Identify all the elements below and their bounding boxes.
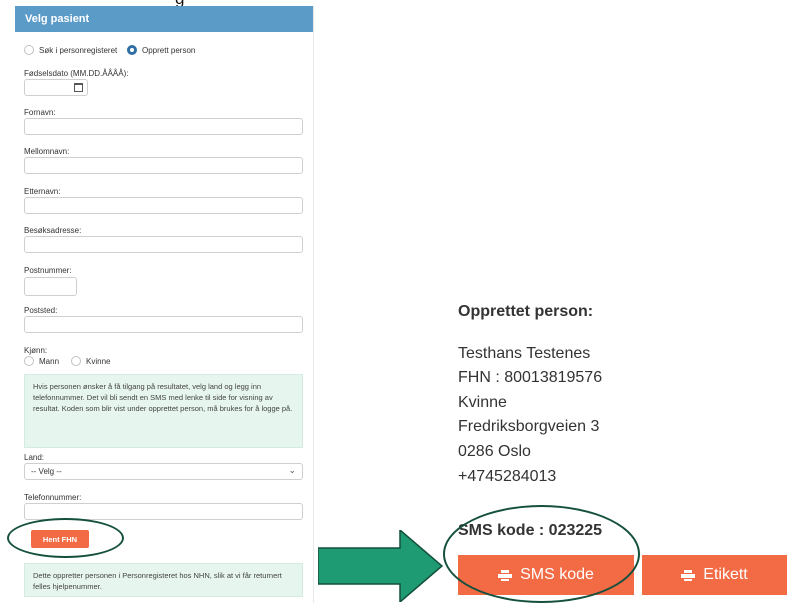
radio-search-label: Søk i personregisteret [39, 45, 118, 55]
radio-male-row[interactable]: Mann [24, 356, 59, 366]
postnr-label: Postnummer: [24, 266, 72, 275]
label-button-label: Etikett [703, 566, 748, 583]
radio-male-label: Mann [39, 356, 60, 366]
printer-icon [681, 569, 696, 581]
dob-input[interactable] [24, 79, 88, 96]
address-input[interactable] [24, 236, 303, 253]
patient-panel: Velg pasient Søk i personregisteret Oppr… [15, 6, 314, 603]
nhn-info-box: Dette oppretter personen i Personregiste… [24, 563, 303, 597]
created-person-gender: Kvinne [458, 394, 507, 411]
label-button[interactable]: Etikett [642, 555, 787, 595]
postnr-input[interactable] [24, 277, 77, 296]
created-person-name: Testhans Testenes [458, 345, 591, 362]
created-person-title: Opprettet person: [458, 303, 594, 320]
radio-create-label: Opprett person [142, 45, 196, 55]
highlight-ellipse-sms [443, 505, 640, 603]
radio-male-icon[interactable] [24, 356, 34, 366]
country-select-value: -- Velg -- [31, 467, 62, 476]
dob-label: Fødselsdato (MM.DD.ÅÅÅÅ): [24, 69, 129, 78]
sms-info-box: Hvis personen ønsker å få tilgang på res… [24, 374, 303, 448]
panel-header: Velg pasient [15, 6, 313, 32]
chevron-down-icon: ⌄ [288, 465, 296, 475]
created-person-fhn: FHN : 80013819576 [458, 369, 603, 386]
radio-create-row[interactable]: Opprett person [127, 45, 195, 55]
phone-label: Telefonnummer: [24, 493, 82, 502]
poststed-input[interactable] [24, 316, 303, 333]
country-label: Land: [24, 453, 45, 462]
middle-name-input[interactable] [24, 157, 303, 174]
radio-female-row[interactable]: Kvinne [71, 356, 110, 366]
address-label: Besøksadresse: [24, 226, 82, 235]
poststed-label: Poststed: [24, 306, 58, 315]
radio-female-icon[interactable] [71, 356, 81, 366]
created-person-phone: +4745284013 [458, 468, 557, 485]
last-name-label: Etternavn: [24, 187, 61, 196]
radio-search-row[interactable]: Søk i personregisteret [24, 45, 117, 55]
calendar-icon[interactable] [74, 83, 83, 92]
first-name-label: Fornavn: [24, 108, 56, 117]
first-name-input[interactable] [24, 118, 303, 135]
radio-create-icon[interactable] [127, 45, 137, 55]
created-person-street: Fredriksborgveien 3 [458, 418, 600, 435]
country-select[interactable]: -- Velg -- ⌄ [24, 463, 303, 480]
created-person-city: 0286 Oslo [458, 443, 531, 460]
right-arrow-icon [318, 530, 444, 602]
radio-search-icon[interactable] [24, 45, 34, 55]
highlight-ellipse-fhn [7, 518, 124, 558]
radio-female-label: Kvinne [86, 356, 111, 366]
gender-label: Kjønn: [24, 346, 48, 355]
last-name-input[interactable] [24, 197, 303, 214]
middle-name-label: Mellomnavn: [24, 147, 70, 156]
